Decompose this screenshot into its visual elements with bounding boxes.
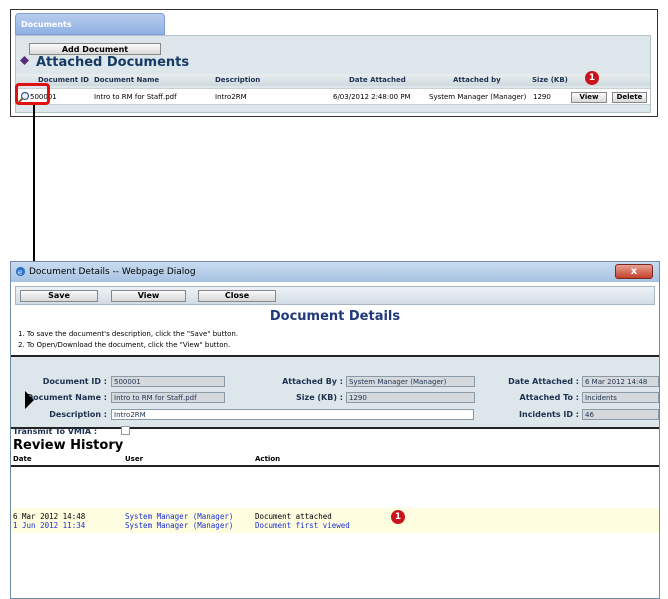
description-cell: Intro2RM — [215, 93, 247, 101]
incidents-id-label: Incidents ID : — [519, 410, 579, 419]
callout-badge: 1 — [391, 510, 405, 524]
column-header-user: User — [125, 455, 144, 463]
review-history-title: Review History — [13, 438, 124, 453]
review-history-list: 6 Mar 2012 14:48 System Manager (Manager… — [11, 508, 659, 533]
size-label: Size (KB) : — [296, 393, 343, 402]
dialog-heading: Document Details — [269, 309, 401, 324]
incidents-id-field: 46 — [582, 409, 659, 420]
delete-button[interactable]: Delete — [612, 92, 647, 103]
highlight-box — [15, 83, 50, 105]
column-header-size[interactable]: Size (KB) — [532, 76, 568, 84]
document-name-field: Intro to RM for Staff.pdf — [111, 392, 225, 403]
column-header-description[interactable]: Description — [215, 76, 260, 84]
close-button[interactable]: Close — [198, 290, 276, 302]
document-id-label: Document ID : — [42, 377, 107, 386]
attached-documents-title: Attached Documents — [36, 55, 190, 70]
size-field: 1290 — [346, 392, 475, 403]
view-button[interactable]: View — [571, 92, 607, 103]
view-document-button[interactable]: View — [111, 290, 186, 302]
attached-to-label: Attached To : — [519, 393, 580, 402]
transmit-checkbox[interactable] — [121, 426, 130, 435]
column-header-attached-by[interactable]: Attached by — [453, 76, 501, 84]
instruction-line: 1. To save the document's description, c… — [18, 330, 239, 338]
attached-to-field: Incidents — [582, 392, 659, 403]
date-attached-field: 6 Mar 2012 14:48 — [582, 376, 659, 387]
description-input[interactable]: Intro2RM — [111, 409, 474, 420]
description-label: Description : — [49, 410, 107, 419]
document-form: Document ID : 500001 Document Name : Int… — [11, 355, 659, 436]
document-id-field: 500001 — [111, 376, 225, 387]
review-action: Document first viewed — [255, 521, 350, 530]
attached-documents-header: Document ID Document Name Description Da… — [16, 74, 650, 86]
attached-by-label: Attached By : — [282, 377, 343, 386]
column-header-date-attached[interactable]: Date Attached — [349, 76, 406, 84]
review-date: 6 Mar 2012 14:48 — [13, 512, 86, 521]
column-header-date: Date — [13, 455, 32, 463]
transmit-label: Transmit To VMIA : — [13, 427, 98, 436]
callout-badge: 1 — [585, 71, 599, 85]
dialog-toolbar: Save View Close — [15, 286, 655, 305]
attached-by-field: System Manager (Manager) — [346, 376, 475, 387]
document-name-cell: Intro to RM for Staff.pdf — [94, 93, 177, 101]
tab-documents[interactable]: Documents — [15, 13, 165, 35]
review-user: System Manager (Manager) — [125, 512, 234, 521]
svg-text:e: e — [18, 267, 23, 276]
add-document-button[interactable]: Add Document — [29, 43, 161, 55]
save-button[interactable]: Save — [20, 290, 98, 302]
attached-by-cell: System Manager (Manager) — [429, 93, 527, 101]
documents-panel-body: Add Document Attached Documents Document… — [15, 35, 651, 113]
close-window-button[interactable]: x — [615, 264, 653, 279]
diamond-icon — [20, 56, 29, 65]
callout-arrow-head — [25, 391, 34, 409]
column-header-action: Action — [255, 455, 281, 463]
review-user: System Manager (Manager) — [125, 521, 234, 530]
table-row: 500001 Intro to RM for Staff.pdf Intro2R… — [16, 88, 650, 105]
review-action: Document attached — [255, 512, 332, 521]
divider — [11, 465, 659, 467]
document-details-dialog: e Document Details -- Webpage Dialog x S… — [10, 261, 660, 599]
documents-panel: Documents Add Document Attached Document… — [10, 9, 658, 117]
size-cell: 1290 — [533, 93, 551, 101]
browser-icon: e — [15, 266, 26, 276]
date-attached-cell: 6/03/2012 2:48:00 PM — [333, 93, 411, 101]
instruction-line: 2. To Open/Download the document, click … — [18, 341, 231, 349]
date-attached-label: Date Attached : — [508, 377, 579, 386]
review-date: 1 Jun 2012 11:34 — [13, 521, 86, 530]
dialog-titlebar: e Document Details -- Webpage Dialog x — [11, 262, 659, 282]
column-header-document-name[interactable]: Document Name — [94, 76, 159, 84]
dialog-title: Document Details -- Webpage Dialog — [29, 267, 196, 277]
